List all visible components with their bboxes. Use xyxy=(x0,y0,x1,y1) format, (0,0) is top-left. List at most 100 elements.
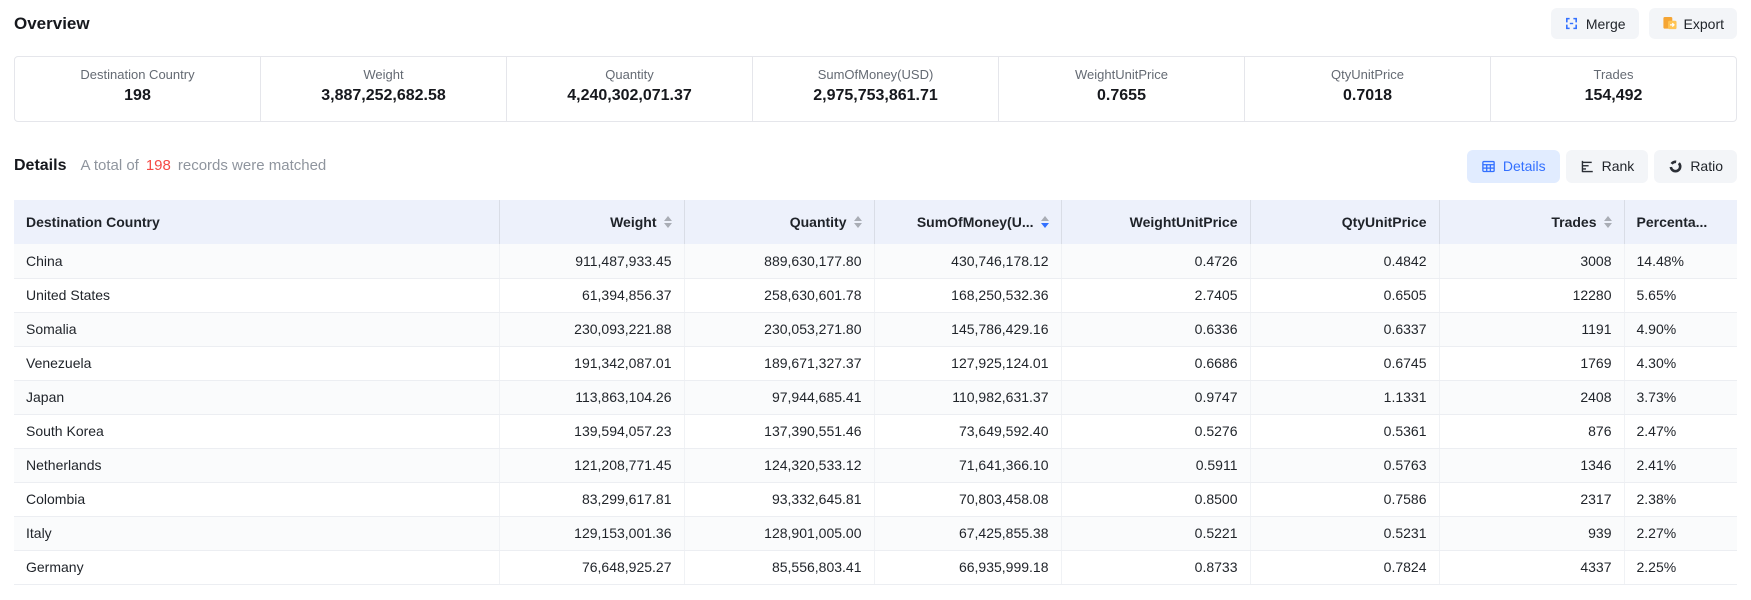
cell-weight: 230,093,221.88 xyxy=(499,312,684,346)
cell-destination-country: Japan xyxy=(14,380,499,414)
sort-icon-active-desc[interactable] xyxy=(1041,216,1049,228)
cell-trades: 4337 xyxy=(1439,550,1624,584)
cell-quantity: 97,944,685.41 xyxy=(684,380,874,414)
cell-quantity: 124,320,533.12 xyxy=(684,448,874,482)
pie-chart-icon xyxy=(1668,159,1683,174)
cell-sum-of-money: 66,935,999.18 xyxy=(874,550,1061,584)
cell-trades: 1191 xyxy=(1439,312,1624,346)
cell-percentage: 2.38% xyxy=(1624,482,1737,516)
details-section-title: Details xyxy=(14,157,66,175)
table-row: Italy 129,153,001.36 128,901,005.00 67,4… xyxy=(14,516,1737,550)
cell-destination-country: China xyxy=(14,244,499,278)
cell-percentage: 4.90% xyxy=(1624,312,1737,346)
cell-destination-country: Netherlands xyxy=(14,448,499,482)
table-row: South Korea 139,594,057.23 137,390,551.4… xyxy=(14,414,1737,448)
tab-ratio[interactable]: Ratio xyxy=(1654,150,1737,183)
cell-qty-unit-price: 0.7586 xyxy=(1250,482,1439,516)
cell-percentage: 2.47% xyxy=(1624,414,1737,448)
table-row: Venezuela 191,342,087.01 189,671,327.37 … xyxy=(14,346,1737,380)
sort-icon[interactable] xyxy=(854,216,862,228)
cell-weight-unit-price: 0.5221 xyxy=(1061,516,1250,550)
stat-item: Weight 3,887,252,682.58 xyxy=(260,57,506,121)
stat-value: 0.7655 xyxy=(999,87,1244,105)
cell-qty-unit-price: 0.5763 xyxy=(1250,448,1439,482)
table-row: Japan 113,863,104.26 97,944,685.41 110,9… xyxy=(14,380,1737,414)
export-button[interactable]: Export xyxy=(1649,8,1737,39)
tab-details[interactable]: Details xyxy=(1467,150,1560,183)
stat-item: WeightUnitPrice 0.7655 xyxy=(998,57,1244,121)
cell-weight: 139,594,057.23 xyxy=(499,414,684,448)
table-row: United States 61,394,856.37 258,630,601.… xyxy=(14,278,1737,312)
cell-qty-unit-price: 0.4842 xyxy=(1250,244,1439,278)
col-header-quantity[interactable]: Quantity xyxy=(684,200,874,244)
table-row: Somalia 230,093,221.88 230,053,271.80 14… xyxy=(14,312,1737,346)
merge-button[interactable]: Merge xyxy=(1551,8,1639,39)
cell-trades: 3008 xyxy=(1439,244,1624,278)
cell-percentage: 5.65% xyxy=(1624,278,1737,312)
matched-count: 198 xyxy=(146,157,171,174)
cell-trades: 12280 xyxy=(1439,278,1624,312)
cell-weight-unit-price: 0.4726 xyxy=(1061,244,1250,278)
merge-button-label: Merge xyxy=(1586,16,1626,32)
cell-trades: 1769 xyxy=(1439,346,1624,380)
export-button-label: Export xyxy=(1684,16,1724,32)
cell-destination-country: Germany xyxy=(14,550,499,584)
col-header-sum-of-money[interactable]: SumOfMoney(U... xyxy=(874,200,1061,244)
col-header-weight-unit-price: WeightUnitPrice xyxy=(1061,200,1250,244)
tab-rank[interactable]: Rank xyxy=(1566,150,1649,183)
tab-ratio-label: Ratio xyxy=(1690,158,1723,174)
cell-weight: 83,299,617.81 xyxy=(499,482,684,516)
stat-value: 0.7018 xyxy=(1245,87,1490,105)
cell-trades: 876 xyxy=(1439,414,1624,448)
stat-value: 154,492 xyxy=(1491,87,1736,105)
cell-sum-of-money: 70,803,458.08 xyxy=(874,482,1061,516)
stat-label: Trades xyxy=(1491,67,1736,82)
stat-item: Trades 154,492 xyxy=(1490,57,1736,121)
view-toggle: Details Rank Ratio xyxy=(1467,150,1737,183)
cell-trades: 939 xyxy=(1439,516,1624,550)
cell-qty-unit-price: 0.6505 xyxy=(1250,278,1439,312)
cell-quantity: 189,671,327.37 xyxy=(684,346,874,380)
cell-sum-of-money: 430,746,178.12 xyxy=(874,244,1061,278)
cell-quantity: 230,053,271.80 xyxy=(684,312,874,346)
sort-icon[interactable] xyxy=(664,216,672,228)
cell-quantity: 85,556,803.41 xyxy=(684,550,874,584)
cell-weight-unit-price: 0.5911 xyxy=(1061,448,1250,482)
cell-qty-unit-price: 1.1331 xyxy=(1250,380,1439,414)
stat-label: SumOfMoney(USD) xyxy=(753,67,998,82)
col-header-destination-country: Destination Country xyxy=(14,200,499,244)
overview-stats-card: Destination Country 198 Weight 3,887,252… xyxy=(14,56,1737,122)
sort-icon[interactable] xyxy=(1604,216,1612,228)
cell-destination-country: Italy xyxy=(14,516,499,550)
cell-destination-country: Venezuela xyxy=(14,346,499,380)
col-header-trades[interactable]: Trades xyxy=(1439,200,1624,244)
stat-label: WeightUnitPrice xyxy=(999,67,1244,82)
cell-sum-of-money: 127,925,124.01 xyxy=(874,346,1061,380)
stat-value: 4,240,302,071.37 xyxy=(507,87,752,105)
stat-item: Quantity 4,240,302,071.37 xyxy=(506,57,752,121)
bar-chart-icon xyxy=(1580,159,1595,174)
cell-weight: 121,208,771.45 xyxy=(499,448,684,482)
cell-destination-country: United States xyxy=(14,278,499,312)
cell-destination-country: South Korea xyxy=(14,414,499,448)
cell-trades: 2317 xyxy=(1439,482,1624,516)
table-header: Destination Country Weight Quantity SumO… xyxy=(14,200,1737,244)
cell-weight-unit-price: 0.6336 xyxy=(1061,312,1250,346)
cell-weight: 76,648,925.27 xyxy=(499,550,684,584)
cell-quantity: 258,630,601.78 xyxy=(684,278,874,312)
col-header-weight[interactable]: Weight xyxy=(499,200,684,244)
topbar-actions: Merge Export xyxy=(1551,8,1737,39)
cell-destination-country: Somalia xyxy=(14,312,499,346)
cell-quantity: 137,390,551.46 xyxy=(684,414,874,448)
cell-percentage: 2.27% xyxy=(1624,516,1737,550)
cell-weight-unit-price: 2.7405 xyxy=(1061,278,1250,312)
details-title-group: Details A total of198records were matche… xyxy=(14,157,326,175)
stat-item: SumOfMoney(USD) 2,975,753,861.71 xyxy=(752,57,998,121)
stat-value: 198 xyxy=(15,87,260,105)
cell-percentage: 3.73% xyxy=(1624,380,1737,414)
cell-weight: 129,153,001.36 xyxy=(499,516,684,550)
cell-sum-of-money: 71,641,366.10 xyxy=(874,448,1061,482)
details-table: Destination Country Weight Quantity SumO… xyxy=(14,200,1737,585)
cell-weight: 191,342,087.01 xyxy=(499,346,684,380)
stat-value: 3,887,252,682.58 xyxy=(261,87,506,105)
